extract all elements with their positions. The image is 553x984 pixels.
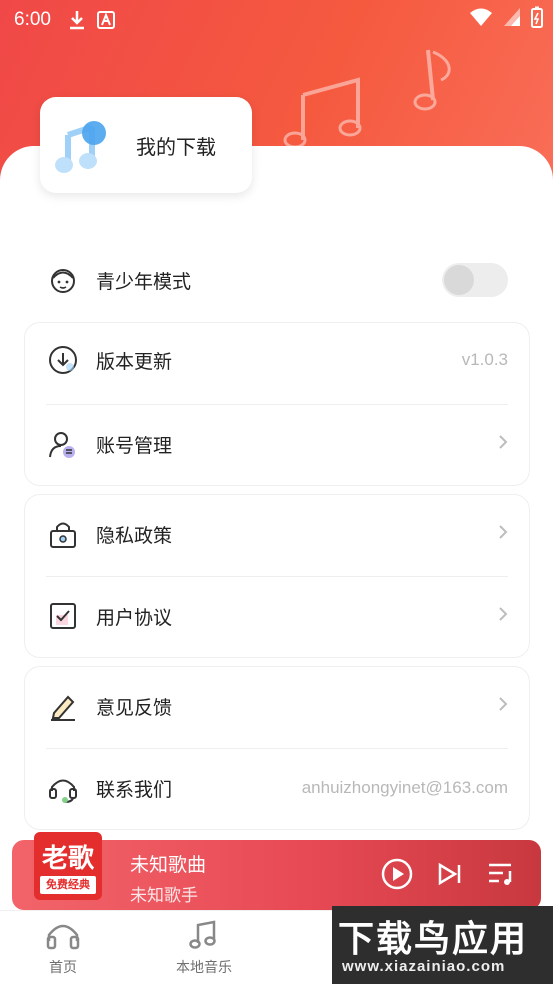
headphones-icon bbox=[46, 924, 80, 950]
next-icon[interactable] bbox=[437, 862, 463, 886]
status-bar: 6:00 bbox=[0, 0, 553, 40]
song-info: 未知歌曲 未知歌手 bbox=[130, 850, 206, 906]
my-download-label: 我的下载 bbox=[136, 134, 216, 159]
privacy-row[interactable]: 隐私政策 bbox=[24, 494, 530, 574]
mini-player[interactable]: 老歌 免费经典 未知歌曲 未知歌手 bbox=[12, 832, 541, 910]
song-title: 未知歌曲 bbox=[130, 854, 207, 876]
my-download-card[interactable]: 我的下载 bbox=[40, 97, 252, 193]
tab-home[interactable]: 首页 bbox=[46, 919, 80, 977]
status-time: 6:00 bbox=[14, 9, 51, 30]
privacy-label: 隐私政策 bbox=[96, 524, 173, 547]
agreement-label: 用户协议 bbox=[96, 606, 173, 629]
album-badge: 免费经典 bbox=[40, 876, 96, 894]
album-cover[interactable]: 老歌 免费经典 bbox=[34, 832, 102, 900]
watermark-url: www.xiazainiao.com bbox=[342, 958, 506, 975]
feedback-row[interactable]: 意见反馈 bbox=[24, 666, 530, 746]
app-status-icon bbox=[96, 11, 115, 29]
tab-home-label: 首页 bbox=[49, 960, 77, 976]
teen-mode-row: 青少年模式 bbox=[24, 240, 530, 320]
album-title: 老歌 bbox=[41, 844, 94, 874]
checkbox-icon bbox=[46, 599, 80, 633]
signal-icon bbox=[504, 8, 520, 26]
chevron-right-icon bbox=[498, 696, 508, 716]
music-note-icon bbox=[55, 121, 106, 173]
user-manage-icon bbox=[46, 427, 80, 461]
chevron-right-icon bbox=[498, 606, 508, 626]
chevron-right-icon bbox=[498, 524, 508, 544]
version-row[interactable]: 版本更新 v1.0.3 bbox=[24, 320, 530, 400]
wifi-icon bbox=[470, 8, 492, 26]
pencil-icon bbox=[46, 689, 80, 723]
contact-email: anhuizhongyinet@163.com bbox=[301, 778, 508, 797]
tab-local-music[interactable]: 本地音乐 bbox=[176, 919, 232, 977]
chevron-right-icon bbox=[498, 434, 508, 454]
child-face-icon bbox=[46, 263, 80, 297]
playlist-icon[interactable] bbox=[487, 861, 517, 887]
agreement-row[interactable]: 用户协议 bbox=[24, 576, 530, 656]
tab-local-music-label: 本地音乐 bbox=[176, 960, 232, 976]
toggle-knob bbox=[444, 265, 474, 295]
feedback-label: 意见反馈 bbox=[96, 696, 173, 719]
lock-icon bbox=[46, 517, 80, 551]
music-notes-decoration bbox=[283, 49, 451, 149]
teen-mode-toggle[interactable] bbox=[442, 263, 508, 297]
player-controls bbox=[381, 858, 517, 890]
music-note-icon bbox=[189, 920, 216, 949]
watermark-title: 下载鸟应用 bbox=[338, 919, 529, 960]
download-status-icon bbox=[69, 11, 84, 30]
contact-label: 联系我们 bbox=[96, 778, 173, 801]
battery-icon bbox=[531, 6, 543, 28]
contact-row[interactable]: 联系我们 anhuizhongyinet@163.com bbox=[24, 748, 530, 828]
download-circle-icon bbox=[46, 343, 80, 377]
song-artist: 未知歌手 bbox=[130, 886, 198, 906]
version-label: 版本更新 bbox=[96, 350, 173, 373]
version-value: v1.0.3 bbox=[461, 350, 508, 369]
site-watermark: 下载鸟应用 www.xiazainiao.com bbox=[332, 906, 553, 984]
play-icon[interactable] bbox=[381, 858, 413, 890]
teen-mode-label: 青少年模式 bbox=[96, 270, 192, 293]
account-row[interactable]: 账号管理 bbox=[24, 404, 530, 484]
headset-icon bbox=[46, 771, 80, 805]
account-label: 账号管理 bbox=[96, 434, 173, 457]
